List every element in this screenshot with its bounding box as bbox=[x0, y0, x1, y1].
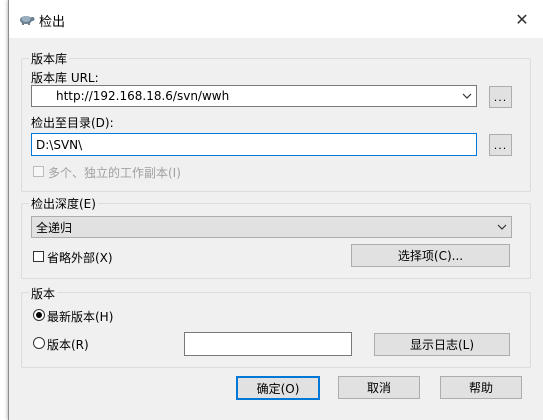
title-bar: 检出 ✕ bbox=[9, 0, 543, 38]
multi-working-copy-checkbox[interactable] bbox=[33, 166, 44, 177]
depth-group bbox=[21, 203, 531, 279]
show-log-button-label: 显示日志(L) bbox=[409, 338, 475, 352]
head-revision-label: 最新版本(H) bbox=[47, 310, 114, 324]
help-button-label: 帮助 bbox=[468, 381, 493, 395]
omit-externals-checkbox[interactable] bbox=[33, 251, 44, 262]
revision-input[interactable] bbox=[184, 332, 352, 356]
cancel-button[interactable]: 取消 bbox=[338, 376, 420, 399]
ok-button[interactable]: 确定(O) bbox=[236, 376, 320, 400]
depth-selected-value: 全递归 bbox=[36, 220, 73, 235]
depth-select[interactable]: 全递归 bbox=[31, 216, 512, 238]
ok-button-label: 确定(O) bbox=[256, 381, 300, 396]
browse-dir-label: ... bbox=[493, 138, 508, 152]
url-combobox[interactable]: http://192.168.18.6/svn/wwh bbox=[31, 85, 477, 107]
multi-working-copy-label: 多个、独立的工作副本(I) bbox=[48, 166, 181, 180]
dialog-title: 检出 bbox=[39, 15, 66, 30]
head-revision-radio[interactable] bbox=[33, 309, 45, 321]
cancel-button-label: 取消 bbox=[366, 381, 391, 395]
options-button-label: 选择项(C)... bbox=[397, 249, 464, 263]
close-button[interactable]: ✕ bbox=[506, 4, 538, 34]
checkout-dir-label: 检出至目录(D): bbox=[31, 116, 114, 130]
url-value: http://192.168.18.6/svn/wwh bbox=[56, 89, 230, 103]
chevron-down-icon[interactable] bbox=[497, 222, 507, 232]
checkout-dir-input[interactable]: D:\SVN\ bbox=[31, 133, 477, 156]
browse-dir-button[interactable]: ... bbox=[489, 134, 512, 156]
close-icon: ✕ bbox=[515, 9, 529, 29]
browse-url-button[interactable]: ... bbox=[489, 86, 512, 108]
chevron-down-icon[interactable] bbox=[462, 91, 472, 101]
show-log-button[interactable]: 显示日志(L) bbox=[374, 333, 510, 356]
omit-externals-label: 省略外部(X) bbox=[47, 251, 113, 265]
tortoise-icon bbox=[20, 16, 35, 25]
specific-revision-radio[interactable] bbox=[33, 337, 45, 349]
revision-group bbox=[21, 292, 531, 368]
depth-group-label: 检出深度(E) bbox=[29, 195, 98, 212]
options-button[interactable]: 选择项(C)... bbox=[351, 244, 510, 267]
revision-group-label: 版本 bbox=[29, 285, 58, 302]
repository-group-label: 版本库 bbox=[29, 50, 70, 67]
browse-url-label: ... bbox=[493, 90, 508, 104]
checkout-dialog: 检出 ✕ 版本库 版本库 URL: http://192.168.18.6/sv… bbox=[8, 0, 543, 420]
checkout-dir-value: D:\SVN\ bbox=[36, 137, 83, 152]
specific-revision-label: 版本(R) bbox=[47, 338, 89, 352]
url-label: 版本库 URL: bbox=[31, 71, 99, 85]
help-button[interactable]: 帮助 bbox=[440, 376, 522, 399]
